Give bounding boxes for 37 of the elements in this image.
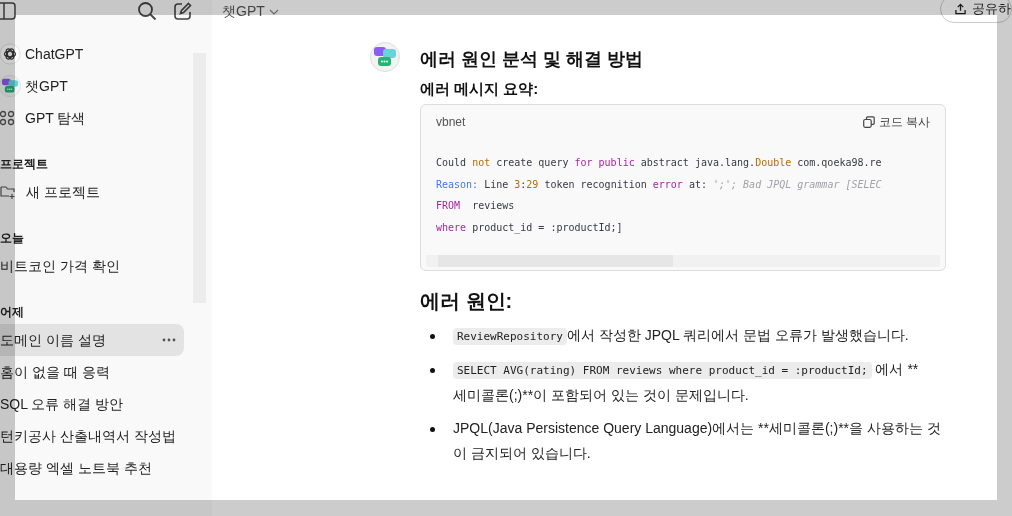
message-subtitle: 에러 메시지 요약: (420, 79, 540, 99)
folder-plus-icon (0, 184, 16, 200)
sidebar-item[interactable]: ChatGPT (0, 38, 184, 70)
chat-item[interactable]: 비트코인 가격 확인 (0, 250, 184, 282)
section-heading: 어제 (0, 304, 25, 321)
chat-item[interactable]: 대용량 엑셀 노트북 추천 (0, 452, 184, 484)
sidebar-item[interactable]: GPT 탐색 (0, 102, 184, 134)
code-line: FROM reviews (436, 199, 516, 214)
copy-code-button[interactable]: 코드 복사 (862, 113, 930, 131)
model-selector[interactable]: 챗GPT (222, 1, 279, 22)
chat-item[interactable]: 턴키공사 산출내역서 작성법 (0, 420, 184, 452)
code-language: vbnet (436, 114, 466, 131)
grid-icon (0, 110, 15, 126)
code-line: Could not create query for public abstract java.lang.Double com.qoeka98.re (436, 156, 883, 170)
chat-item[interactable]: 홈이 없을 때 응력 (0, 356, 184, 388)
bullet-text: JPQL(Java Persistence Query Language)에서는 **세미콜론(;)**을 사용하는 것 이 금지되어 있습니다. (453, 419, 941, 463)
assistant-avatar-icon (370, 42, 400, 72)
share-icon (955, 2, 966, 15)
section-title: 에러 원인: (420, 289, 514, 314)
share-button[interactable]: 공유하 (940, 0, 1012, 23)
chat-item[interactable]: 새 프로젝트 (0, 176, 184, 208)
more-icon[interactable] (162, 338, 176, 342)
section-heading: 오늘 (0, 230, 25, 247)
section-heading: 프로젝트 (0, 156, 49, 173)
chat-item[interactable]: 도메인 이름 설명 (0, 324, 184, 356)
sidebar-item[interactable]: 챗GPT (0, 70, 184, 102)
chat-item[interactable]: SQL 오류 해결 방안 (0, 388, 184, 420)
sidebar-toggle-icon[interactable] (0, 2, 16, 20)
bullet-text: SELECT AVG(rating) FROM reviews where product_id = :productId; 에서 ** 세미콜론(;)**이 포함되어 있는 것이 문제입니다. (453, 360, 919, 405)
search-icon[interactable] (137, 1, 157, 21)
message-title: 에러 원인 분석 및 해결 방법 (420, 48, 644, 71)
code-line: where product_id = :productId;] (436, 220, 624, 236)
copy-icon (862, 116, 875, 128)
bullet-text: ReviewRepository 에서 작성한 JPQL 쿼리에서 문법 오류가 발생했습니다. (453, 323, 909, 349)
chevron-down-icon (268, 8, 279, 15)
code-line: Reason: Line 3:29 token recognition error at: ';'; Bad JPQL grammar [SELEC (436, 177, 883, 192)
new-chat-icon[interactable] (174, 2, 192, 20)
